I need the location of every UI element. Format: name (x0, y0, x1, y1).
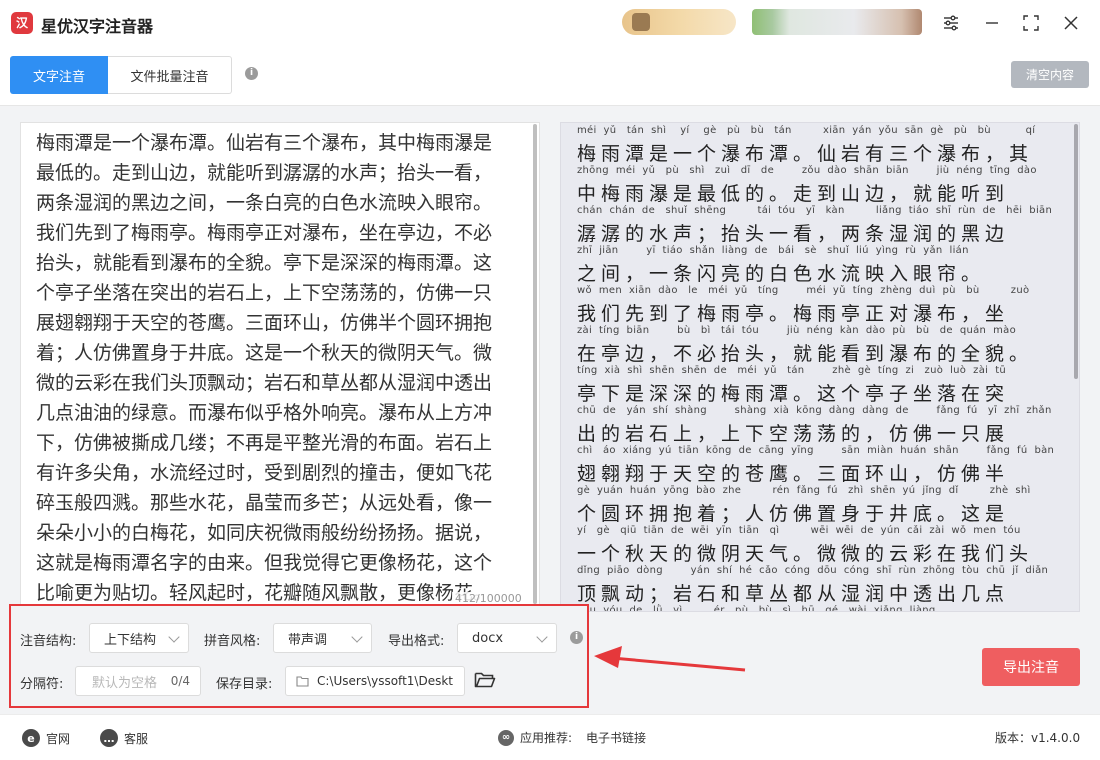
input-text-line: 两条湿润的黑边之间，一条白亮的白色水流映入眼帘。 (36, 192, 493, 214)
close-icon[interactable] (1058, 10, 1084, 36)
hanzi-line: 中梅雨瀑是最低的。走到山边，就能听到 (577, 183, 1010, 205)
input-text-line: 几点油油的绿意。而瀑布似乎格外响亮。瀑布从上方冲 (36, 402, 493, 424)
hanzi-line: 梅雨潭是一个瀑布潭。仙岩有三个瀑布，其 (577, 143, 1034, 165)
export-format-label: 导出格式: (388, 634, 445, 649)
pinyin-line: wǒ men xiān dào le méi yǔ tíng méi yǔ tí… (577, 285, 1030, 296)
hanzi-line: 我们先到了梅雨亭。梅雨亭正对瀑布，坐 (577, 303, 1010, 325)
structure-value: 上下结构 (104, 632, 157, 648)
hanzi-line: 出的岩石上，上下空荡荡的，仿佛一只展 (577, 423, 1010, 445)
hanzi-line: 翅翱翔于天空的苍鹰。三面环山，仿佛半 (577, 463, 1010, 485)
pinyin-style-value: 带声调 (288, 632, 328, 648)
save-dir-input[interactable]: C:\Users\yssoft1\Deskt (285, 666, 465, 696)
separator-label: 分隔符: (20, 677, 64, 692)
app-title: 星优汉字注音器 (41, 17, 154, 36)
input-text-line: 着；人仿佛置身于井底。这是一个秋天的微阴天气。微 (36, 342, 493, 364)
hanzi-line: 个圆环拥抱着；人仿佛置身于井底。这是 (577, 503, 1010, 525)
pinyin-line: chán chán de shuǐ shēng tái tóu yī kàn l… (577, 205, 1053, 216)
input-text-content: 梅雨潭是一个瀑布潭。仙岩有三个瀑布，其中梅雨瀑是 最低的。走到山边，就能听到潺潺的… (36, 128, 526, 608)
ie-browser-icon: e (22, 729, 40, 747)
pinyin-line: chū de yán shí shàng shàng xià kōng dàng… (577, 405, 1052, 416)
input-text-line: 这就是梅雨潭名字的由来。但我觉得它更像杨花，这个 (36, 552, 493, 574)
user-info-blurred[interactable] (752, 9, 922, 35)
pinyin-line: chì áo xiáng yú tiān kōng de cāng yīng s… (577, 445, 1055, 456)
input-text-line: 有许多尖角，水流经过时，受到剧烈的撞击，便如飞花 (36, 462, 493, 484)
save-dir-value: C:\Users\yssoft1\Deskt (317, 674, 453, 688)
pinyin-line: gè yuán huán yōng bào zhe rén fǎng fú zh… (577, 485, 1031, 496)
hanzi-line: 顶飘动；岩石和草丛都从湿润中透出几点 (577, 583, 1010, 605)
version-text: 版本：v1.4.0.0 (995, 729, 1080, 746)
footer-website-link[interactable]: e 官网 (22, 729, 70, 747)
footer-service-link[interactable]: … 客服 (100, 729, 148, 747)
pinyin-line: dǐng piāo dòng yán shí hé cǎo cóng dōu c… (577, 565, 1049, 576)
separator-input[interactable]: 默认为空格 0/4 (75, 666, 201, 696)
input-text-line: 最低的。走到山边，就能听到潺潺的水声；抬头一看， (36, 162, 493, 184)
user-avatar-blurred[interactable] (622, 9, 736, 35)
link-icon: ∞ (498, 729, 514, 746)
input-textarea[interactable]: 梅雨潭是一个瀑布潭。仙岩有三个瀑布，其中梅雨瀑是 最低的。走到山边，就能听到潺潺的… (20, 122, 540, 610)
input-text-line: 个亭子坐落在突出的岩石上，上下空荡荡的，仿佛一只 (36, 282, 493, 304)
output-scrollbar[interactable] (1074, 124, 1078, 379)
open-folder-icon[interactable] (474, 671, 496, 693)
pinyin-line: yí gè qiū tiān de wēi yīn tiān qì wēi wē… (577, 525, 1021, 536)
separator-count: 0/4 (170, 674, 190, 688)
export-format-value: docx (472, 630, 504, 646)
pinyin-line: zhōng méi yǔ pù shì zuì dī de zǒu dào sh… (577, 165, 1037, 176)
input-text-line: 下，仿佛被撕成几缕；不再是平整光滑的布面。岩石上 (36, 432, 493, 454)
export-button[interactable]: 导出注音 (982, 648, 1080, 686)
chevron-down-icon (536, 631, 548, 643)
input-text-line: 微的云彩在我们头顶飘动；岩石和草丛都从湿润中透出 (36, 372, 493, 394)
service-label: 客服 (124, 731, 149, 746)
input-text-line: 抬头，就能看到瀑布的全貌。亭下是深深的梅雨潭。这 (36, 252, 493, 274)
clear-content-button[interactable]: 清空内容 (1011, 61, 1089, 88)
format-info-icon[interactable]: i (570, 631, 583, 644)
hanzi-line: 潺潺的水声；抬头一看，两条湿润的黑边 (577, 223, 1010, 245)
input-text-line: 梅雨潭是一个瀑布潭。仙岩有三个瀑布，其中梅雨瀑是 (36, 132, 493, 154)
maximize-icon[interactable] (1018, 10, 1044, 36)
save-dir-label: 保存目录: (216, 677, 273, 692)
input-text-line: 我们先到了梅雨亭。梅雨亭正对瀑布，坐在亭边，不必 (36, 222, 493, 244)
minimize-icon[interactable] (979, 10, 1005, 36)
pinyin-line: tíng xià shì shēn shēn de méi yǔ tán zhè… (577, 365, 1007, 376)
chevron-down-icon (168, 631, 180, 643)
footer-recommend: ∞ 应用推荐: 电子书链接 (498, 729, 646, 746)
folder-outline-icon (296, 675, 309, 691)
input-text-line: 碎玉般四溅。那些水花，晶莹而多芒；从远处看，像一 (36, 492, 493, 514)
recommend-link[interactable]: 电子书链接 (586, 729, 646, 746)
hanzi-line: 之间，一条闪亮的白色水流映入眼帘。 (577, 263, 986, 285)
tab-text-annotation[interactable]: 文字注音 (10, 56, 108, 94)
pinyin-line: zhī jiān yī tiáo shǎn liàng de bái sè sh… (577, 245, 969, 256)
footer: e 官网 … 客服 ∞ 应用推荐: 电子书链接 版本：v1.4.0.0 (0, 714, 1100, 760)
hanzi-line: 一个秋天的微阴天气。微微的云彩在我们头 (577, 543, 1034, 565)
structure-label: 注音结构: (20, 634, 77, 649)
hanzi-line: 亭下是深深的梅雨潭。这个亭子坐落在突 (577, 383, 1010, 405)
recommend-label: 应用推荐: (520, 731, 573, 745)
version-label: 版本：v1.4.0.0 (995, 731, 1081, 745)
pinyin-line: zài tíng biān bù bì tái tóu jiù néng kàn… (577, 325, 1017, 336)
red-arrow-annotation (594, 646, 746, 672)
pinyin-line: yóu yóu de lǜ yì ér pù bù sì hū gé wài x… (577, 605, 936, 612)
export-format-select[interactable]: docx (457, 623, 557, 653)
pinyin-style-label: 拼音风格: (204, 634, 261, 649)
pinyin-line: méi yǔ tán shì yí gè pù bù tán xiān yán … (577, 125, 1036, 136)
app-logo-icon: 汉 (11, 12, 33, 34)
input-text-line: 朵朵小小的白梅花，如同庆祝微雨般纷纷扬扬。据说， (36, 522, 493, 544)
pinyin-style-select[interactable]: 带声调 (273, 623, 372, 653)
tab-file-batch-annotation[interactable]: 文件批量注音 (108, 56, 232, 94)
chat-bubble-icon: … (100, 729, 118, 747)
separator-placeholder: 默认为空格 (92, 675, 158, 691)
hanzi-line: 在亭边，不必抬头，就能看到瀑布的全貌。 (577, 343, 1034, 365)
input-scrollbar[interactable] (533, 124, 537, 604)
chevron-down-icon (351, 631, 363, 643)
input-text-line: 展翅翱翔于天空的苍鹰。三面环山，仿佛半个圆环拥抱 (36, 312, 493, 334)
pinyin-output-panel: méi yǔ tán shì yí gè pù bù tán xiān yán … (560, 122, 1080, 612)
structure-select[interactable]: 上下结构 (89, 623, 189, 653)
info-icon[interactable]: i (245, 67, 258, 80)
title-bar: 汉 星优汉字注音器 (0, 0, 1100, 46)
settings-sliders-icon[interactable] (938, 10, 964, 36)
website-label: 官网 (46, 731, 71, 746)
